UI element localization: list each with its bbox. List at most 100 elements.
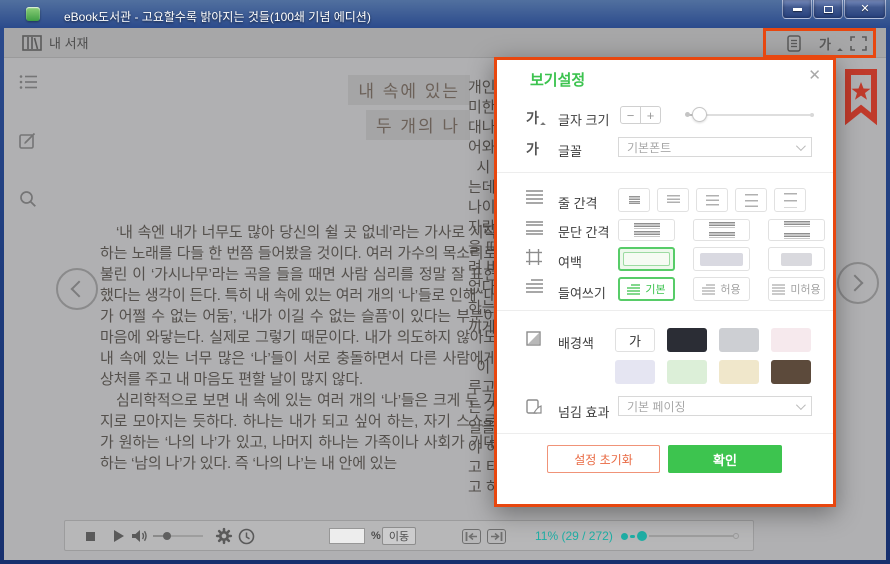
chevron-left-icon xyxy=(71,281,88,298)
progress-dot xyxy=(621,533,628,540)
next-page-button[interactable] xyxy=(837,262,879,304)
close-icon: ✕ xyxy=(860,4,869,15)
page-text: ‘내 속엔 내가 너무도 많아 당신의 쉴 곳 없네’라는 가사로 시작하는 노… xyxy=(100,222,497,474)
fullscreen-icon[interactable] xyxy=(847,33,869,53)
paragraph-spacing-option-3[interactable] xyxy=(768,219,825,241)
line-spacing-icon xyxy=(526,190,543,204)
bookshelf-icon xyxy=(22,35,42,51)
bg-swatch-pink[interactable] xyxy=(771,328,811,352)
previous-page-button[interactable] xyxy=(56,268,98,310)
font-label: 글꼴 xyxy=(558,141,582,160)
font-size-slider-knob[interactable] xyxy=(692,107,707,122)
divider xyxy=(497,172,833,173)
bg-swatch-lavender[interactable] xyxy=(615,360,655,384)
minimize-icon xyxy=(793,8,802,11)
bg-swatch-brown[interactable] xyxy=(771,360,811,384)
line-spacing-option-4[interactable] xyxy=(735,188,767,212)
chapter-heading-line2: 두 개의 나 xyxy=(366,110,470,140)
line-spacing-option-5[interactable] xyxy=(774,188,806,212)
reset-settings-button[interactable]: 설정 초기화 xyxy=(547,445,660,473)
view-settings-icon[interactable] xyxy=(783,33,805,53)
line-spacing-option-1[interactable] xyxy=(618,188,650,212)
paragraph-spacing-icon xyxy=(526,221,543,235)
chapter-heading: 내 속에 있는 두 개의 나 xyxy=(4,75,470,145)
my-library-button[interactable]: 내 서재 xyxy=(22,33,89,52)
font-size-decrease-button[interactable]: − xyxy=(621,107,640,123)
paragraph-spacing-option-1[interactable] xyxy=(618,219,675,241)
indent-icon xyxy=(526,279,543,293)
font-size-slider[interactable] xyxy=(686,107,812,123)
panel-close-icon[interactable]: ✕ xyxy=(808,66,821,84)
search-icon[interactable] xyxy=(19,190,39,210)
background-color-label: 배경색 xyxy=(558,333,594,352)
confirm-button[interactable]: 확인 xyxy=(668,445,782,473)
tts-stop-button[interactable] xyxy=(86,532,95,541)
margin-icon xyxy=(526,249,542,265)
line-spacing-option-2[interactable] xyxy=(657,188,689,212)
chevron-right-icon xyxy=(847,275,864,292)
maximize-button[interactable] xyxy=(813,0,843,19)
app-toolbar: 내 서재 가 xyxy=(4,28,886,58)
margin-label: 여백 xyxy=(558,252,582,271)
progress-slider-end xyxy=(733,533,739,539)
font-size-label: 글자 크기 xyxy=(558,110,609,129)
close-button[interactable]: ✕ xyxy=(844,0,886,19)
divider xyxy=(497,310,833,311)
window-title: eBook도서관 - 고요할수록 밝아지는 것들(100쇄 기념 에디션) xyxy=(64,8,371,25)
progress-slider-track[interactable] xyxy=(649,535,733,537)
progress-slider-knob[interactable] xyxy=(637,531,647,541)
tts-play-button[interactable] xyxy=(114,530,124,542)
font-select[interactable]: 기본폰트 xyxy=(618,137,812,157)
goto-button[interactable]: 이동 xyxy=(382,527,416,545)
indent-label: 들여쓰기 xyxy=(558,283,606,302)
indent-option-disallow[interactable]: 미허용 xyxy=(768,277,825,301)
page-turn-effect-icon xyxy=(526,399,542,415)
bg-swatch-gray[interactable] xyxy=(719,328,759,352)
player-toolbar: % 이동 11% (29 / 272) xyxy=(64,520,754,551)
font-settings-icon[interactable]: 가 xyxy=(814,33,836,53)
app-window: eBook도서관 - 고요할수록 밝아지는 것들(100쇄 기념 에디션) ✕ … xyxy=(0,0,890,564)
settings-gear-icon[interactable] xyxy=(215,527,233,545)
chevron-down-icon xyxy=(796,400,806,410)
margin-option-1-selected[interactable] xyxy=(618,247,675,271)
indent-option-label: 미허용 xyxy=(790,281,820,297)
skip-to-end-button[interactable] xyxy=(487,529,506,544)
font-icon: 가 xyxy=(526,139,539,159)
bg-swatch-white-selected[interactable]: 가 xyxy=(615,328,655,352)
reading-progress-text: 11% (29 / 272) xyxy=(535,529,613,543)
paragraph-spacing-option-2[interactable] xyxy=(693,219,750,241)
indent-option-label: 기본 xyxy=(645,281,665,297)
indent-option-label: 허용 xyxy=(720,281,740,297)
bg-swatch-green[interactable] xyxy=(667,360,707,384)
panel-title: 보기설정 xyxy=(530,69,585,90)
skip-to-start-button[interactable] xyxy=(462,529,481,544)
maximize-icon xyxy=(824,6,833,13)
bookmark-icon[interactable] xyxy=(843,68,879,126)
divider xyxy=(497,433,833,434)
volume-slider-knob[interactable] xyxy=(163,532,171,540)
bg-swatch-beige[interactable] xyxy=(719,360,759,384)
page-turn-effect-select[interactable]: 기본 페이징 xyxy=(618,396,812,416)
margin-option-2[interactable] xyxy=(693,247,750,271)
background-color-icon xyxy=(526,331,541,346)
paragraph-spacing-label: 문단 간격 xyxy=(558,222,609,241)
minimize-button[interactable] xyxy=(782,0,812,19)
page-percent-input[interactable] xyxy=(329,528,365,544)
margin-option-3[interactable] xyxy=(768,247,825,271)
timer-clock-icon[interactable] xyxy=(238,528,255,545)
volume-icon[interactable] xyxy=(131,528,148,544)
font-select-value: 기본폰트 xyxy=(627,139,671,156)
bg-swatch-dark[interactable] xyxy=(667,328,707,352)
font-size-icon: 가 xyxy=(526,108,539,128)
progress-dash xyxy=(630,535,635,538)
paragraph: 심리학적으로 보면 내 속에 있는 여러 개의 ‘나’들은 크게 두 가지로 모… xyxy=(100,390,497,474)
percent-sign: % xyxy=(371,530,381,542)
chevron-down-icon xyxy=(796,141,806,151)
volume-slider-track[interactable] xyxy=(153,535,203,537)
line-spacing-option-3[interactable] xyxy=(696,188,728,212)
indent-option-default-selected[interactable]: 기본 xyxy=(618,277,675,301)
font-size-increase-button[interactable]: + xyxy=(640,107,660,123)
app-content: 내 서재 가 내 속에 있는 두 개의 나 xyxy=(4,28,886,560)
indent-option-allow[interactable]: 허용 xyxy=(693,277,750,301)
font-size-stepper: − + xyxy=(620,106,661,124)
